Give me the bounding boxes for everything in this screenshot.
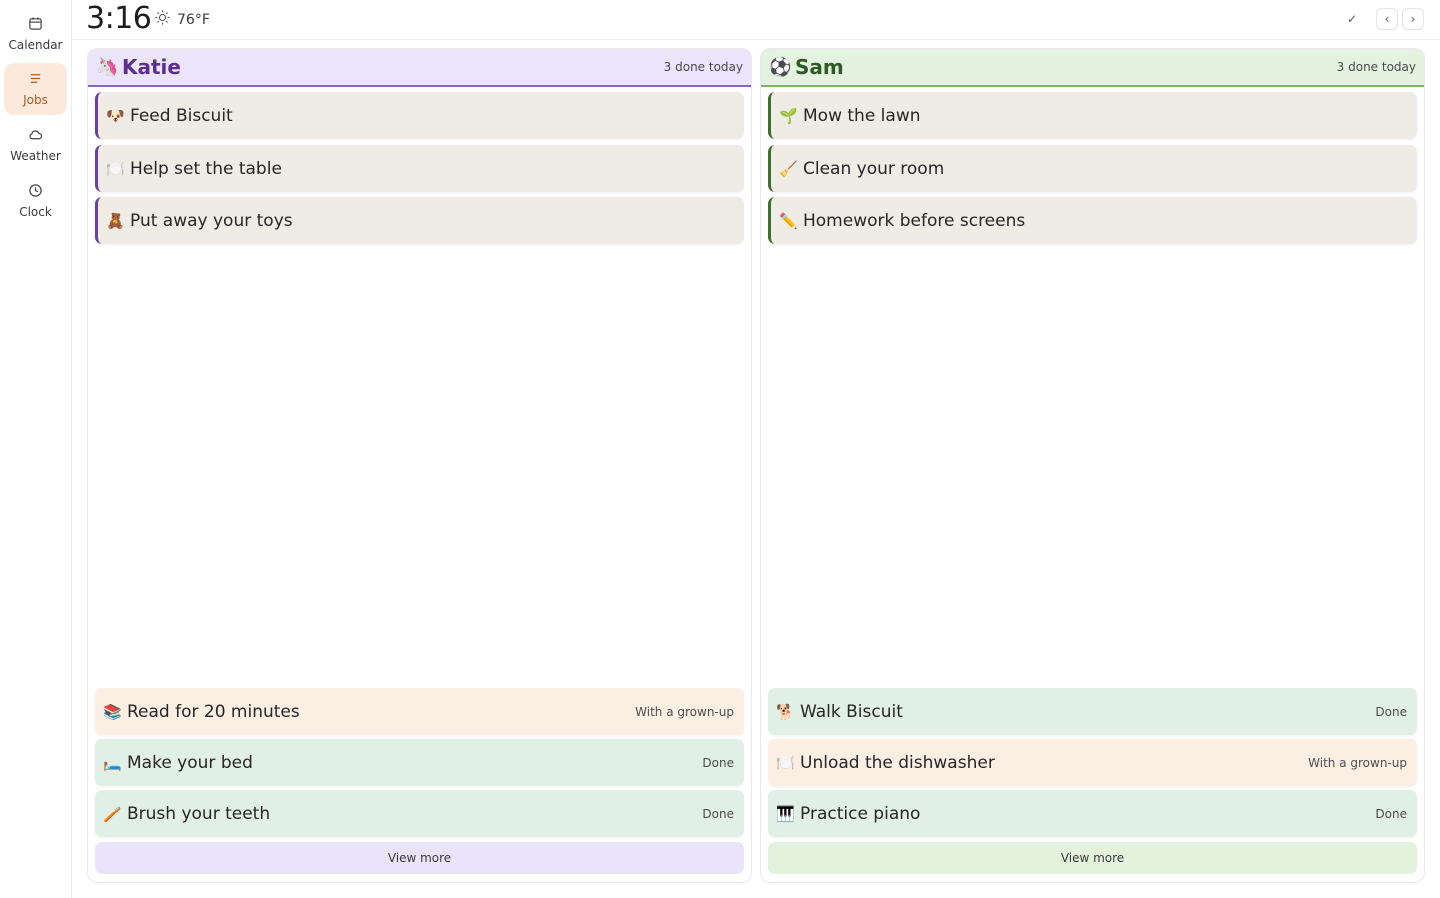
person-column-katie: 🦄 Katie 3 done today 🐶 Feed Biscuit 🍽️ H… (87, 48, 752, 883)
sidebar-item-label: Weather (10, 149, 61, 163)
sidebar-item-jobs[interactable]: Jobs (4, 63, 67, 115)
done-count: 3 done today (1336, 60, 1416, 74)
task-label: Practice piano (800, 803, 921, 824)
task-item[interactable]: ✏️ Homework before screens (768, 197, 1417, 244)
task-status: With a grown-up (1308, 755, 1407, 770)
list-icon (28, 71, 43, 89)
pencil-icon: ✏️ (779, 211, 798, 230)
bed-icon: 🛏️ (103, 753, 122, 772)
broom-icon: 🧹 (779, 159, 798, 178)
seedling-icon: 🌱 (779, 106, 798, 125)
task-status: Done (702, 755, 734, 770)
view-more-button[interactable]: View more (768, 842, 1417, 874)
column-header: ⚽ Sam 3 done today (761, 49, 1424, 87)
sidebar-item-clock[interactable]: Clock (4, 175, 67, 227)
sidebar-item-calendar[interactable]: Calendar (4, 8, 67, 60)
task-item[interactable]: 🌱 Mow the lawn (768, 92, 1417, 139)
task-label: Read for 20 minutes (127, 701, 300, 722)
soccer-ball-icon: ⚽ (769, 56, 792, 78)
done-count: 3 done today (663, 60, 743, 74)
task-item[interactable]: 🐕 Walk Biscuit Done (768, 688, 1417, 735)
task-item[interactable]: 🪥 Brush your teeth Done (95, 790, 744, 837)
cloud-icon (28, 127, 43, 145)
piano-icon: 🎹 (776, 804, 795, 823)
task-label: Brush your teeth (127, 803, 271, 824)
toothbrush-icon: 🪥 (103, 804, 122, 823)
books-icon: 📚 (103, 702, 122, 721)
person-name: Sam (795, 55, 844, 79)
task-label: Homework before screens (803, 210, 1026, 231)
sidebar-item-label: Calendar (8, 38, 63, 52)
sidebar: Calendar Jobs Weather Clock (0, 0, 72, 898)
chevron-left-icon: ‹ (1384, 12, 1390, 26)
current-time: 3:16 (86, 1, 152, 36)
clock-icon (28, 183, 43, 201)
sidebar-item-weather[interactable]: Weather (4, 119, 67, 171)
task-status: Done (1375, 806, 1407, 821)
task-label: Make your bed (127, 752, 253, 773)
task-label: Help set the table (130, 158, 282, 179)
check-button[interactable]: ✓ (1341, 8, 1363, 30)
dog-icon: 🐶 (106, 106, 125, 125)
weather-summary[interactable]: 76°F (154, 9, 210, 30)
chevron-right-icon: › (1410, 12, 1416, 26)
task-item[interactable]: 🛏️ Make your bed Done (95, 739, 744, 786)
prev-button[interactable]: ‹ (1376, 8, 1398, 30)
task-label: Feed Biscuit (130, 105, 233, 126)
calendar-icon (28, 16, 43, 34)
task-status: Done (702, 806, 734, 821)
task-status: Done (1375, 704, 1407, 719)
sidebar-item-label: Jobs (23, 93, 48, 107)
top-bar: 3:16 76°F ✓ ‹ › (72, 0, 1440, 40)
task-item[interactable]: 🍽️ Help set the table (95, 145, 744, 192)
person-name: Katie (122, 55, 181, 79)
dog-icon: 🐕 (776, 702, 795, 721)
task-item[interactable]: 🐶 Feed Biscuit (95, 92, 744, 139)
task-label: Mow the lawn (803, 105, 921, 126)
task-item[interactable]: 🍽️ Unload the dishwasher With a grown-up (768, 739, 1417, 786)
task-label: Put away your toys (130, 210, 293, 231)
next-button[interactable]: › (1402, 8, 1424, 30)
temperature: 76°F (177, 11, 210, 28)
plate-icon: 🍽️ (106, 159, 125, 178)
task-label: Walk Biscuit (800, 701, 903, 722)
task-item[interactable]: 🧹 Clean your room (768, 145, 1417, 192)
task-status: With a grown-up (635, 704, 734, 719)
task-item[interactable]: 📚 Read for 20 minutes With a grown-up (95, 688, 744, 735)
person-column-sam: ⚽ Sam 3 done today 🌱 Mow the lawn 🧹 Clea… (760, 48, 1425, 883)
task-label: Clean your room (803, 158, 945, 179)
plate-icon: 🍽️ (776, 753, 795, 772)
unicorn-icon: 🦄 (96, 56, 119, 78)
column-header: 🦄 Katie 3 done today (88, 49, 751, 87)
check-icon: ✓ (1346, 12, 1358, 26)
sun-icon (154, 9, 171, 30)
teddy-bear-icon: 🧸 (106, 211, 125, 230)
sidebar-item-label: Clock (19, 205, 52, 219)
task-item[interactable]: 🧸 Put away your toys (95, 197, 744, 244)
task-label: Unload the dishwasher (800, 752, 995, 773)
task-item[interactable]: 🎹 Practice piano Done (768, 790, 1417, 837)
view-more-button[interactable]: View more (95, 842, 744, 874)
